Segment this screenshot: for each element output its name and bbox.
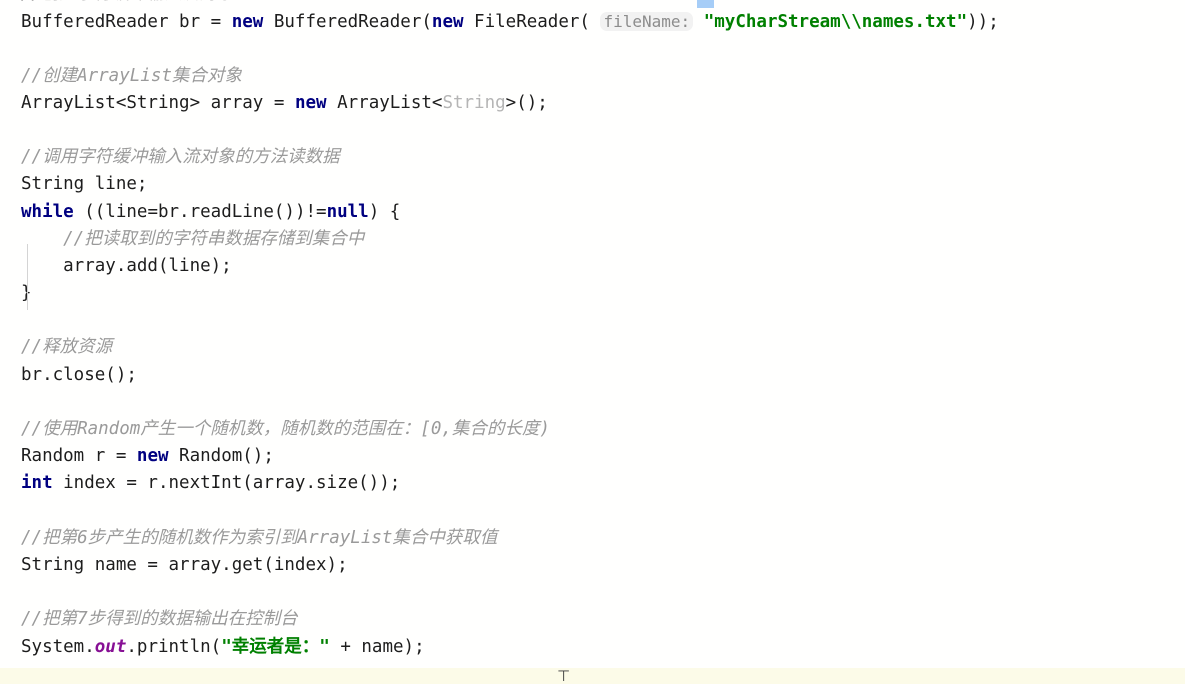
code-line[interactable]: //释放资源 [21, 334, 1185, 361]
code-line[interactable] [21, 117, 1185, 144]
code-token-ident: FileReader( [463, 12, 601, 33]
editor-bottom-band [0, 668, 1185, 684]
code-token-kw: while [21, 201, 74, 222]
code-line[interactable]: //把读取到的字符串数据存储到集合中 [21, 226, 1185, 253]
code-token-cmt: //把读取到的字符串数据存储到集合中 [21, 228, 365, 249]
code-token-kw: int [21, 473, 53, 494]
code-token-ident: >(); [505, 92, 548, 113]
code-token-cmt: //把第7步得到的数据输出在控制台 [21, 609, 298, 630]
code-token-ident: Random(); [168, 446, 274, 467]
code-line[interactable]: //使用Random产生一个随机数，随机数的范围在：[0,集合的长度) [21, 416, 1185, 443]
code-token-dim: String [442, 92, 506, 113]
code-line[interactable]: //把第7步得到的数据输出在控制台 [21, 606, 1185, 633]
code-token-field: out [94, 636, 127, 657]
code-line[interactable]: //创建字符缓冲输入流对象 [21, 0, 1185, 8]
code-line[interactable]: String name = array.get(index); [21, 552, 1185, 579]
code-token-ident: index = r.nextInt(array.size()); [52, 473, 401, 494]
code-line[interactable]: } [21, 280, 1185, 307]
code-token-ident: ArrayList< [326, 92, 443, 113]
code-token-hint: fileName: [600, 12, 694, 32]
code-token-cmt: //调用字符缓冲输入流对象的方法读数据 [21, 147, 340, 168]
code-line[interactable]: br.close(); [21, 362, 1185, 389]
code-content[interactable]: //创建字符缓冲输入流对象 BufferedReader br = new Buf… [0, 0, 1185, 661]
code-token-ident: br.close(); [21, 364, 137, 385]
code-line[interactable]: array.add(line); [21, 253, 1185, 280]
code-token-ident: ) { [368, 201, 401, 222]
code-line[interactable]: BufferedReader br = new BufferedReader(n… [21, 8, 1185, 35]
text-cursor-icon: ⊤ [557, 667, 571, 684]
code-line[interactable]: //创建ArrayList集合对象 [21, 63, 1185, 90]
code-token-ident: + name); [329, 636, 425, 657]
code-line[interactable]: Random r = new Random(); [21, 443, 1185, 470]
code-token-ident: )); [967, 12, 999, 33]
code-token-cmt: //把第6步产生的随机数作为索引到ArrayList集合中获取值 [21, 527, 498, 548]
code-line[interactable]: //把第6步产生的随机数作为索引到ArrayList集合中获取值 [21, 525, 1185, 552]
code-line[interactable]: ArrayList<String> array = new ArrayList<… [21, 90, 1185, 117]
indent-guide [27, 244, 28, 310]
code-token-kw: new [431, 12, 464, 33]
code-line[interactable]: System.out.println("幸运者是：" + name); [21, 634, 1185, 661]
code-token-kw: new [136, 446, 169, 467]
code-token-cmt: //使用Random产生一个随机数，随机数的范围在：[0,集合的长度) [21, 419, 550, 439]
code-token-kw: null [326, 201, 369, 222]
code-token-ident [693, 12, 704, 32]
code-line[interactable] [21, 579, 1185, 606]
code-line[interactable] [21, 389, 1185, 416]
code-line[interactable] [21, 307, 1185, 334]
code-token-ident: .println( [126, 636, 222, 657]
code-line[interactable]: //调用字符缓冲输入流对象的方法读数据 [21, 144, 1185, 171]
code-token-ident: ((line=br.readLine())!= [73, 201, 327, 222]
code-token-kw: new [294, 92, 327, 113]
code-line[interactable] [21, 35, 1185, 62]
code-token-cmt: //释放资源 [21, 337, 113, 358]
code-token-ident: array.add(line); [21, 255, 232, 276]
code-token-ident: String name = array.get(index); [21, 554, 348, 575]
code-token-str: "myCharStream\\names.txt" [703, 12, 968, 33]
code-line[interactable]: while ((line=br.readLine())!=null) { [21, 199, 1185, 226]
code-line[interactable]: int index = r.nextInt(array.size()); [21, 470, 1185, 497]
code-line[interactable] [21, 498, 1185, 525]
code-token-cmt: //创建ArrayList集合对象 [21, 65, 242, 86]
code-token-ident: ArrayList<String> array = [21, 92, 295, 113]
code-token-kw: new [231, 12, 264, 33]
code-token-ident: BufferedReader br = [21, 12, 232, 33]
code-editor[interactable]: //创建字符缓冲输入流对象 BufferedReader br = new Buf… [0, 0, 1185, 684]
code-token-str: "幸运者是：" [221, 636, 330, 657]
code-token-ident: String line; [21, 174, 148, 195]
code-token-ident: Random r = [21, 446, 137, 467]
code-token-comment: //创建字符缓冲输入流对象 [21, 0, 235, 4]
code-line[interactable]: String line; [21, 171, 1185, 198]
code-token-ident: System. [21, 636, 95, 657]
code-token-ident: BufferedReader( [263, 12, 432, 33]
